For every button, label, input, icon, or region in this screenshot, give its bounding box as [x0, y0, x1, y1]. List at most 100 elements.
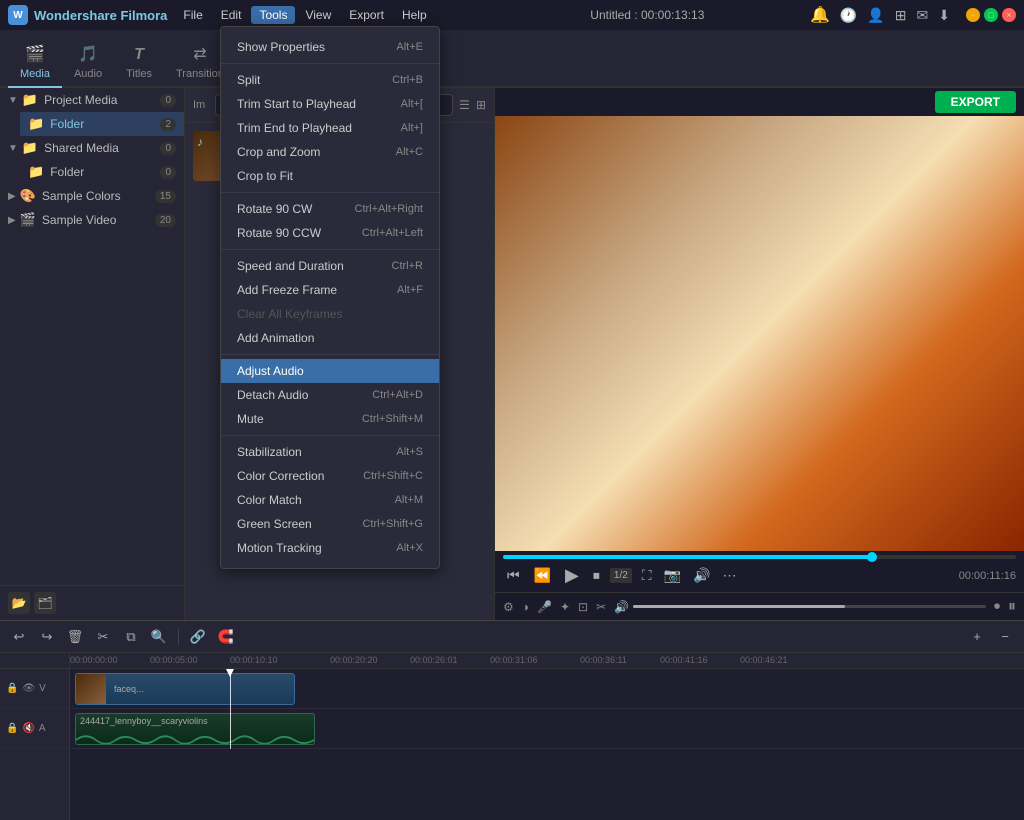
menu-green-screen[interactable]: Green Screen Ctrl+Shift+G: [221, 512, 439, 536]
trim-end-shortcut: Alt+]: [401, 122, 423, 134]
ruler-mark-5: 00:00:31:06: [490, 655, 538, 665]
detach-audio-shortcut: Ctrl+Alt+D: [372, 389, 423, 401]
video-clip[interactable]: faceq...: [75, 673, 295, 705]
chain-button[interactable]: 🔗: [187, 626, 209, 648]
color-correction-label: Color Correction: [237, 469, 324, 483]
stabilization-label: Stabilization: [237, 445, 302, 459]
menu-rotate-cw[interactable]: Rotate 90 CW Ctrl+Alt+Right: [221, 197, 439, 221]
menu-speed-duration[interactable]: Speed and Duration Ctrl+R: [221, 254, 439, 278]
dropdown-overlay[interactable]: [0, 0, 1024, 620]
trim-end-label: Trim End to Playhead: [237, 121, 352, 135]
track-2-label: A: [39, 723, 46, 734]
menu-mute[interactable]: Mute Ctrl+Shift+M: [221, 407, 439, 431]
crop-zoom-shortcut: Alt+C: [396, 146, 423, 158]
clip-name: faceq...: [110, 682, 148, 696]
menu-detach-audio[interactable]: Detach Audio Ctrl+Alt+D: [221, 383, 439, 407]
color-correction-shortcut: Ctrl+Shift+C: [363, 470, 423, 482]
redo-button[interactable]: ↪: [36, 626, 58, 648]
detach-audio-label: Detach Audio: [237, 388, 308, 402]
tools-menu: Show Properties Alt+E Split Ctrl+B Trim …: [220, 26, 440, 569]
show-properties-shortcut: Alt+E: [396, 41, 423, 53]
ruler-mark-6: 00:00:36:11: [580, 655, 627, 665]
green-screen-shortcut: Ctrl+Shift+G: [362, 518, 423, 530]
menu-adjust-audio[interactable]: Adjust Audio: [221, 359, 439, 383]
menu-group-2: Split Ctrl+B Trim Start to Playhead Alt+…: [221, 64, 439, 193]
split-shortcut: Ctrl+B: [392, 74, 423, 86]
ruler-spacer: [0, 653, 69, 669]
adjust-audio-label: Adjust Audio: [237, 364, 304, 378]
mute-label: Mute: [237, 412, 264, 426]
menu-group-1: Show Properties Alt+E: [221, 31, 439, 64]
freeze-frame-shortcut: Alt+F: [397, 284, 423, 296]
clip-info: faceq...: [106, 680, 152, 698]
menu-split[interactable]: Split Ctrl+B: [221, 68, 439, 92]
mute-shortcut: Ctrl+Shift+M: [362, 413, 423, 425]
menu-color-match[interactable]: Color Match Alt+M: [221, 488, 439, 512]
menu-add-animation[interactable]: Add Animation: [221, 326, 439, 350]
ruler-mark-3: 00:00:20:20: [330, 655, 378, 665]
magnet-button[interactable]: 🧲: [215, 626, 237, 648]
audio-clip-name: 244417_lennyboy__scaryviolins: [76, 714, 314, 728]
clip-thumbnail: [76, 673, 106, 705]
menu-crop-zoom[interactable]: Crop and Zoom Alt+C: [221, 140, 439, 164]
menu-group-4: Speed and Duration Ctrl+R Add Freeze Fra…: [221, 250, 439, 355]
audio-clip[interactable]: 244417_lennyboy__scaryviolins: [75, 713, 315, 745]
track-label-video: 🔒 👁 V: [0, 669, 69, 709]
speed-duration-label: Speed and Duration: [237, 259, 344, 273]
menu-color-correction[interactable]: Color Correction Ctrl+Shift+C: [221, 464, 439, 488]
track-1-label: V: [39, 683, 46, 694]
color-match-shortcut: Alt+M: [395, 494, 423, 506]
crop-fit-label: Crop to Fit: [237, 169, 293, 183]
trim-start-shortcut: Alt+[: [401, 98, 423, 110]
menu-group-5: Adjust Audio Detach Audio Ctrl+Alt+D Mut…: [221, 355, 439, 436]
video-track: faceq...: [70, 669, 1024, 709]
rotate-ccw-shortcut: Ctrl+Alt+Left: [362, 227, 423, 239]
ruler-mark-7: 00:00:41:16: [660, 655, 708, 665]
crop-zoom-label: Crop and Zoom: [237, 145, 320, 159]
menu-show-properties[interactable]: Show Properties Alt+E: [221, 35, 439, 59]
lock-icon-2: 🔒: [6, 723, 18, 734]
menu-rotate-ccw[interactable]: Rotate 90 CCW Ctrl+Alt+Left: [221, 221, 439, 245]
rotate-ccw-label: Rotate 90 CCW: [237, 226, 321, 240]
speed-duration-shortcut: Ctrl+R: [392, 260, 423, 272]
eye-icon: 👁: [22, 683, 35, 694]
search-tl-button[interactable]: 🔍: [148, 626, 170, 648]
menu-group-3: Rotate 90 CW Ctrl+Alt+Right Rotate 90 CC…: [221, 193, 439, 250]
waveform-svg: [76, 730, 314, 745]
zoom-out-button[interactable]: −: [994, 626, 1016, 648]
rotate-cw-shortcut: Ctrl+Alt+Right: [355, 203, 423, 215]
menu-group-6: Stabilization Alt+S Color Correction Ctr…: [221, 436, 439, 564]
timeline: ↩ ↪ 🗑 ✂ ⧉ 🔍 🔗 🧲 + − 🔒 👁 V 🔒 🔇 A: [0, 620, 1024, 820]
menu-crop-fit[interactable]: Crop to Fit: [221, 164, 439, 188]
show-properties-label: Show Properties: [237, 40, 325, 54]
delete-button[interactable]: 🗑: [64, 626, 86, 648]
ruler-marks: 00:00:00:00 00:00:05:00 00:00:10:10 00:0…: [70, 653, 1024, 669]
track-label-audio: 🔒 🔇 A: [0, 709, 69, 749]
motion-tracking-label: Motion Tracking: [237, 541, 322, 555]
menu-stabilization[interactable]: Stabilization Alt+S: [221, 440, 439, 464]
tracks-area: faceq... 244417_lennyboy__scaryviolins: [70, 669, 1024, 749]
zoom-in-button[interactable]: +: [966, 626, 988, 648]
rotate-cw-label: Rotate 90 CW: [237, 202, 312, 216]
menu-trim-start[interactable]: Trim Start to Playhead Alt+[: [221, 92, 439, 116]
timeline-content: 🔒 👁 V 🔒 🔇 A 00:00:00:00 00:00:05:00 00:0…: [0, 653, 1024, 820]
timeline-toolbar: ↩ ↪ 🗑 ✂ ⧉ 🔍 🔗 🧲 + −: [0, 621, 1024, 653]
menu-trim-end[interactable]: Trim End to Playhead Alt+]: [221, 116, 439, 140]
copy-button[interactable]: ⧉: [120, 626, 142, 648]
lock-icon: 🔒: [6, 683, 18, 694]
trim-start-label: Trim Start to Playhead: [237, 97, 356, 111]
menu-clear-keyframes: Clear All Keyframes: [221, 302, 439, 326]
undo-button[interactable]: ↩: [8, 626, 30, 648]
menu-motion-tracking[interactable]: Motion Tracking Alt+X: [221, 536, 439, 560]
clip-content: faceq...: [76, 674, 294, 704]
ruler-mark-4: 00:00:26:01: [410, 655, 458, 665]
tl-separator: [178, 629, 179, 645]
green-screen-label: Green Screen: [237, 517, 312, 531]
timeline-ruler: 00:00:00:00 00:00:05:00 00:00:10:10 00:0…: [70, 653, 1024, 669]
audio-track: 244417_lennyboy__scaryviolins: [70, 709, 1024, 749]
ruler-mark-2: 00:00:10:10: [230, 655, 278, 665]
timeline-main: 00:00:00:00 00:00:05:00 00:00:10:10 00:0…: [70, 653, 1024, 820]
menu-freeze-frame[interactable]: Add Freeze Frame Alt+F: [221, 278, 439, 302]
stabilization-shortcut: Alt+S: [396, 446, 423, 458]
cut-timeline-button[interactable]: ✂: [92, 626, 114, 648]
